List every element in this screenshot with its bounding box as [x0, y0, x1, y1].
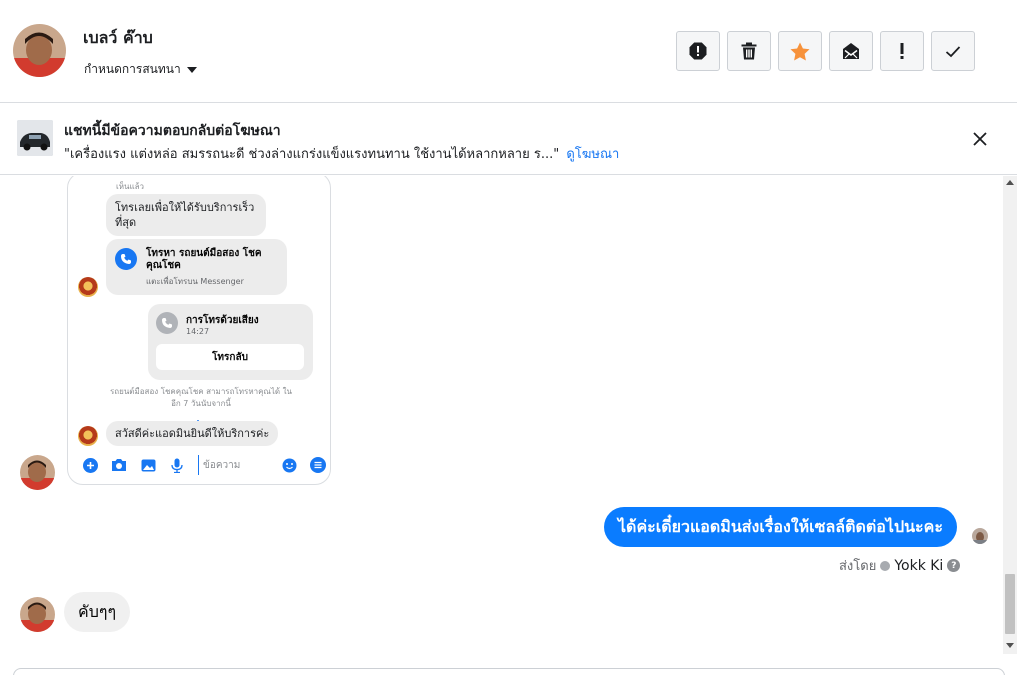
verified-dot-icon	[880, 560, 891, 571]
trash-icon	[741, 42, 757, 60]
delete-button[interactable]	[727, 31, 771, 71]
screenshot-composer-bar: ข้อความ	[68, 445, 330, 484]
messenger-conversation-page: เบลว์ ค๊าบ กำหนดการสนทนา แชทนี้มีข้อความ…	[0, 0, 1017, 675]
thread-scrollbar[interactable]	[1003, 176, 1017, 654]
contact-avatar[interactable]	[13, 24, 66, 77]
close-banner-button[interactable]	[968, 127, 992, 151]
voice-call-title: การโทรด้วยเสียง	[186, 315, 259, 326]
message-thread: เห็นแล้ว โทรเลยเพื่อให้ได้รับบริการเร็ว …	[0, 176, 1003, 668]
call-back-button: โทรกลับ	[156, 344, 304, 370]
sender-avatar[interactable]	[20, 597, 55, 632]
done-icon	[945, 45, 961, 57]
mark-unread-button[interactable]	[829, 31, 873, 71]
attached-screenshot-image[interactable]: เห็นแล้ว โทรเลยเพื่อให้ได้รับบริการเร็ว …	[67, 176, 331, 485]
incoming-message-bubble[interactable]: คับๆๆ	[64, 592, 131, 632]
page-avatar-icon	[78, 277, 98, 297]
ad-thumbnail[interactable]	[17, 120, 53, 156]
sent-by-name[interactable]: Yokk Ki	[894, 558, 943, 574]
screenshot-call-card: โทรหา รถยนต์มือสอง โชค คุณโชค แตะเพื่อโท…	[106, 239, 287, 295]
voice-call-time: 14:27	[186, 327, 210, 336]
reply-composer[interactable]	[13, 668, 1005, 675]
seen-receipt-avatar	[972, 528, 988, 544]
call-card-title: โทรหา รถยนต์มือสอง โชค คุณโชค	[146, 248, 262, 271]
mark-unread-icon	[843, 43, 859, 59]
screenshot-bubble-call-now: โทรเลยเพื่อให้ได้รับบริการเร็ว ที่สุด	[106, 194, 266, 236]
conversation-settings-dropdown[interactable]: กำหนดการสนทนา	[84, 60, 197, 79]
ad-description-text: "เครื่องแรง แต่งหล่อ สมรรถนะดี ช่วงล่างแ…	[64, 147, 560, 162]
star-icon	[790, 42, 810, 60]
ad-reply-banner: แชทนี้มีข้อความตอบกลับต่อโฆษณา "เครื่องแ…	[0, 103, 1017, 175]
scroll-down-arrow-icon[interactable]	[1006, 643, 1014, 648]
sent-by-label: ส่งโดย	[839, 559, 877, 574]
image-icon	[140, 457, 156, 473]
emoji-icon	[281, 457, 297, 473]
conversation-settings-label: กำหนดการสนทนา	[84, 62, 181, 76]
ad-banner-description: "เครื่องแรง แต่งหล่อ สมรรถนะดี ช่วงล่างแ…	[64, 143, 619, 164]
sent-by-info: ส่งโดย Yokk Ki ?	[839, 555, 961, 576]
scrollbar-thumb[interactable]	[1005, 574, 1015, 634]
outgoing-message-bubble[interactable]: ได้ค่ะเดี๋ยวแอดมินส่งเรื่องให้เซลล์ติดต่…	[604, 507, 957, 547]
phone-icon	[115, 248, 137, 270]
page-avatar-icon	[78, 426, 98, 446]
ad-banner-title: แชทนี้มีข้อความตอบกลับต่อโฆษณา	[64, 123, 281, 139]
view-ad-link[interactable]: ดูโฆษณา	[566, 147, 619, 162]
spam-icon	[900, 43, 904, 59]
screenshot-greeting-bubble: สวัสดีค่ะแอดมินยินดีให้บริการค่ะ	[106, 421, 279, 446]
screenshot-voice-call-card: การโทรด้วยเสียง 14:27 โทรกลับ	[148, 304, 313, 380]
call-card-subtitle: แตะเพื่อโทรบน Messenger	[146, 277, 244, 286]
missed-call-icon	[156, 312, 178, 334]
menu-icon	[310, 457, 326, 473]
plus-icon	[82, 457, 98, 473]
report-button[interactable]	[676, 31, 720, 71]
help-icon[interactable]: ?	[947, 559, 961, 572]
seen-note: เห็นแล้ว	[116, 182, 145, 191]
screenshot-message-input: ข้อความ	[198, 455, 268, 475]
caret-down-icon	[186, 67, 197, 73]
scroll-up-arrow-icon[interactable]	[1006, 180, 1014, 185]
contact-name[interactable]: เบลว์ ค๊าบ	[83, 26, 153, 51]
star-button[interactable]	[778, 31, 822, 71]
screenshot-system-note: รถยนต์มือสอง โชคคุณโชค สามารถโทรหาคุณได้…	[109, 387, 292, 408]
conversation-toolbar	[676, 31, 975, 71]
camera-icon	[111, 457, 127, 473]
report-icon	[689, 42, 707, 60]
done-button[interactable]	[931, 31, 975, 71]
sender-avatar[interactable]	[20, 455, 55, 490]
spam-button[interactable]	[880, 31, 924, 71]
microphone-icon	[169, 457, 185, 473]
conversation-header: เบลว์ ค๊าบ กำหนดการสนทนา	[0, 0, 1017, 103]
close-icon	[973, 132, 987, 146]
